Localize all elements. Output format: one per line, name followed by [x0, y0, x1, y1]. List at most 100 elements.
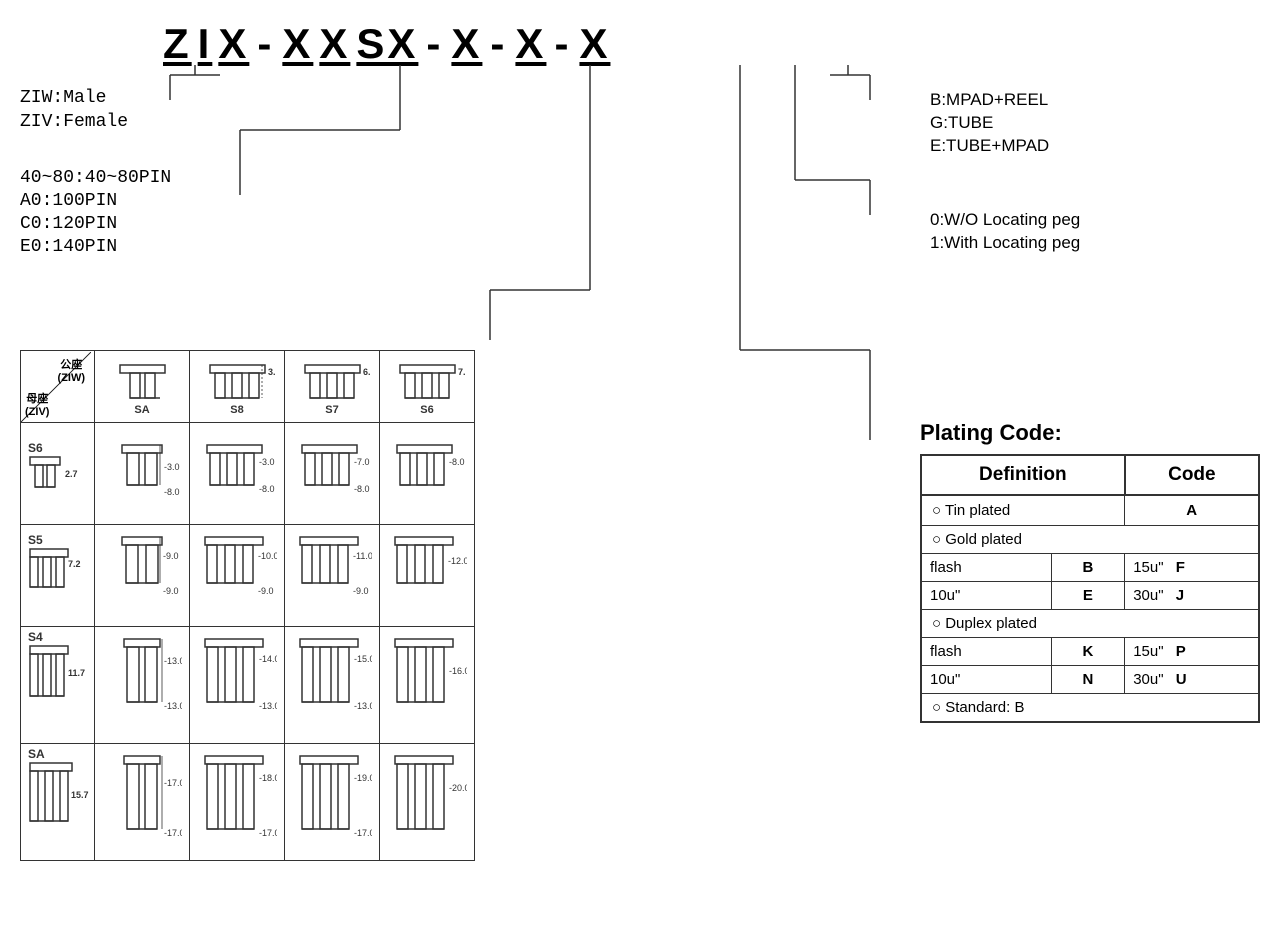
- svg-text:7.7: 7.7: [458, 367, 465, 377]
- gold-10u-row: 10u" E 30u" J: [921, 582, 1259, 610]
- duplex-flash-label: flash: [921, 638, 1051, 666]
- gold-30u-row: 30u" J: [1125, 582, 1259, 610]
- gold-30u-code: J: [1176, 587, 1184, 604]
- pin-c0: C0:120PIN: [20, 214, 171, 234]
- svg-text:S4: S4: [28, 631, 43, 644]
- pkg-e: E:TUBE+MPAD: [930, 136, 1250, 156]
- code-i: I: [195, 20, 216, 68]
- svg-text:S7: S7: [325, 404, 338, 415]
- svg-text:-20.0: -20.0: [449, 783, 467, 793]
- svg-text:15.7: 15.7: [71, 790, 89, 800]
- svg-text:SA: SA: [28, 748, 45, 761]
- gold-flash-code: B: [1051, 554, 1125, 582]
- duplex-10u-code: N: [1051, 666, 1125, 694]
- diag-top-label: 公座(ZIW): [58, 356, 85, 384]
- s8-header-svg: S8 3.7: [200, 355, 275, 415]
- svg-text:-13.0: -13.0: [354, 701, 372, 711]
- svg-text:-17.0: -17.0: [354, 828, 372, 838]
- s6-s6-svg: -8.0: [387, 430, 467, 515]
- svg-text:-16.0: -16.0: [449, 666, 467, 676]
- svg-text:SA: SA: [134, 404, 149, 415]
- svg-text:S5: S5: [28, 533, 43, 547]
- svg-text:-8.0: -8.0: [354, 484, 370, 494]
- s6-s8-svg: -3.0 -8.0: [197, 430, 277, 515]
- code-xx2: X: [316, 20, 353, 68]
- cell-s6-s7: -7.0 -8.0: [285, 423, 380, 525]
- row-label-s6: S6 2.7: [21, 423, 95, 525]
- svg-text:2.7: 2.7: [65, 469, 78, 479]
- diag-header: 公座(ZIW) 母座(ZIV): [21, 352, 91, 422]
- s4-s6-svg: -16.0: [387, 634, 467, 734]
- col-definition: Definition: [921, 455, 1125, 495]
- pin-40-80: 40~80:40~80PIN: [20, 168, 171, 188]
- cell-s5-sa: -9.0 -9.0: [95, 525, 190, 627]
- gold-flash-label: flash: [921, 554, 1051, 582]
- cell-s5-s6: -12.0: [380, 525, 475, 627]
- cell-s6-sa: -3.0 -8.0: [95, 423, 190, 525]
- pin-count-group: 40~80:40~80PIN A0:100PIN C0:120PIN E0:14…: [20, 168, 171, 257]
- svg-text:-17.0: -17.0: [164, 778, 182, 788]
- s5-s7-svg: -11.0 -9.0: [292, 529, 372, 619]
- pin-a0: A0:100PIN: [20, 191, 171, 211]
- svg-text:-17.0: -17.0: [259, 828, 277, 838]
- row-sa: SA 15.7 -17.0 -17.0: [21, 744, 475, 861]
- svg-text:-15.0: -15.0: [354, 654, 372, 664]
- svg-text:-13.0: -13.0: [259, 701, 277, 711]
- cell-sa-s8: -18.0 -17.0: [190, 744, 285, 861]
- sep3: -: [485, 20, 512, 68]
- col-header-s7: S7 6.7: [285, 351, 380, 423]
- s5-s8-svg: -10.0 -9.0: [197, 529, 277, 619]
- main-container: Z I X - X X SX - X - X - X: [0, 0, 1280, 930]
- gold-15u-code: F: [1176, 559, 1185, 576]
- svg-text:S6: S6: [420, 404, 433, 415]
- cell-sa-s7: -19.0 -17.0: [285, 744, 380, 861]
- row-label-s4: S4 11.7: [21, 627, 95, 744]
- col-header-s8: S8 3.7: [190, 351, 285, 423]
- code-z: Z: [160, 20, 195, 68]
- cell-s4-sa: -13.0 -13.0: [95, 627, 190, 744]
- cell-sa-s6: -20.0: [380, 744, 475, 861]
- col-header-s6: S6 7.7: [380, 351, 475, 423]
- pkg-b: B:MPAD+REEL: [930, 90, 1250, 110]
- svg-text:-8.0: -8.0: [164, 487, 180, 497]
- col-header-sa: SA: [95, 351, 190, 423]
- part-number-display: Z I X - X X SX - X - X - X: [160, 20, 613, 68]
- code-x2: X: [448, 20, 485, 68]
- gold-15u-row: 15u" F: [1125, 554, 1259, 582]
- duplex-15u-row: 15u" P: [1125, 638, 1259, 666]
- loc-1: 1:With Locating peg: [930, 233, 1250, 253]
- locating-group: 0:W/O Locating peg 1:With Locating peg: [930, 210, 1250, 253]
- duplex-10u-label: 10u": [921, 666, 1051, 694]
- svg-text:-8.0: -8.0: [449, 457, 465, 467]
- svg-text:7.2: 7.2: [68, 559, 81, 569]
- row-label-s5: S5 7.2: [21, 525, 95, 627]
- code-sx: SX: [353, 20, 421, 68]
- duplex-30u-row: 30u" U: [1125, 666, 1259, 694]
- plating-section: Plating Code: Definition Code ○ Tin plat…: [920, 420, 1260, 723]
- s7-header-svg: S7 6.7: [295, 355, 370, 415]
- cell-s5-s7: -11.0 -9.0: [285, 525, 380, 627]
- s6-row-label-svg: S6 2.7: [25, 427, 90, 517]
- row-s5: S5 7.2 -9.0 -9.0: [21, 525, 475, 627]
- s4-s7-svg: -15.0 -13.0: [292, 634, 372, 734]
- duplex-flash-code: K: [1051, 638, 1125, 666]
- svg-text:-7.0: -7.0: [354, 457, 370, 467]
- svg-text:-9.0: -9.0: [353, 586, 369, 596]
- duplex-plated-header: ○ Duplex plated: [921, 610, 1259, 638]
- s5-s6-svg: -12.0: [387, 529, 467, 619]
- s4-sa-svg: -13.0 -13.0: [102, 634, 182, 734]
- sa-header-svg: SA: [105, 355, 180, 415]
- duplex-15u-code: P: [1176, 643, 1186, 660]
- svg-text:-12.0: -12.0: [448, 556, 467, 566]
- tin-plated-code: A: [1125, 495, 1259, 526]
- svg-text:-18.0: -18.0: [259, 773, 277, 783]
- duplex-10u-row: 10u" N 30u" U: [921, 666, 1259, 694]
- cell-sa-sa: -17.0 -17.0: [95, 744, 190, 861]
- svg-text:-13.0: -13.0: [164, 701, 182, 711]
- gold-10u-code: E: [1051, 582, 1125, 610]
- row-s4: S4 11.7 -13.0 -13.0: [21, 627, 475, 744]
- svg-text:-9.0: -9.0: [163, 551, 179, 561]
- duplex-30u-code: U: [1176, 671, 1187, 688]
- sa-s8-svg: -18.0 -17.0: [197, 751, 277, 851]
- diag-bottom-label: 母座(ZIV): [25, 390, 49, 418]
